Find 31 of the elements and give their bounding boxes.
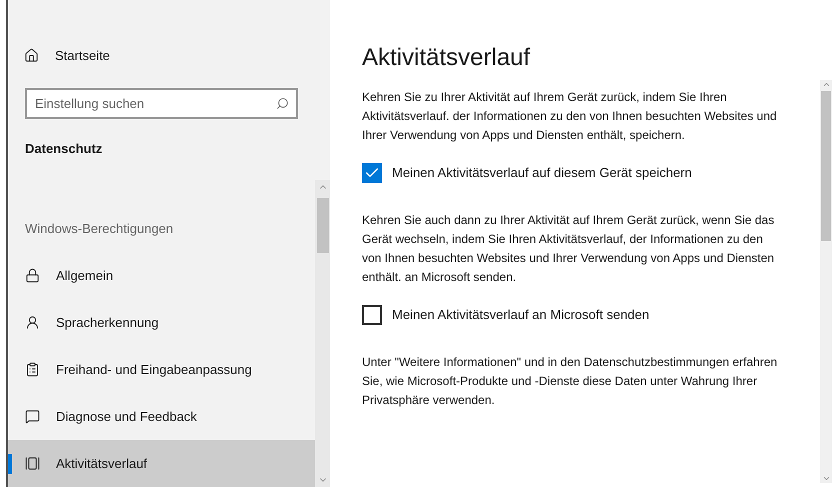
page-title: Aktivitätsverlauf — [362, 43, 532, 73]
section-title: Datenschutz — [25, 140, 104, 158]
search-icon[interactable] — [276, 96, 289, 110]
clipboard-icon — [25, 362, 40, 377]
sidebar-item[interactable]: Spracherkennung — [8, 299, 315, 346]
scroll-up-icon[interactable] — [822, 80, 830, 89]
search-field[interactable]: Einstellung suchen — [25, 88, 298, 119]
timeline-icon — [25, 456, 40, 471]
description-text: Kehren Sie zu Ihrer Aktivität auf Ihrem Gerät zurück, indem Sie Ihren Aktivitätsverlauf. der Informationen zu den von Ihnen besuchten Websites und Ihrer Verwendung von Apps und Diensten enthält, speichern. — [362, 89, 778, 144]
group-title: Windows-Berechtigungen — [25, 220, 174, 238]
sidebar-item[interactable]: Freihand- und Eingabeanpassung — [8, 346, 315, 393]
scroll-thumb[interactable] — [821, 91, 831, 241]
selection-indicator — [8, 454, 12, 474]
description-text: Unter "Weitere Informationen" und in den Datenschutzbestimmungen erfahren Sie, wie Microsoft-Produkte und -Dienste diese Daten unter Wahrung Ihrer Privatsphäre verwenden. — [362, 354, 778, 409]
scrollbar[interactable] — [315, 180, 330, 487]
checkbox[interactable] — [362, 305, 382, 325]
checkbox[interactable] — [362, 163, 382, 183]
sidebar-item[interactable]: Diagnose und Feedback — [8, 393, 315, 440]
home-icon — [24, 48, 39, 64]
scroll-thumb[interactable] — [316, 198, 328, 253]
scrollbar[interactable] — [820, 80, 832, 483]
lock-icon — [25, 268, 40, 283]
speech-bubble-icon — [25, 409, 40, 424]
person-icon — [25, 315, 40, 330]
description-text: Kehren Sie auch dann zu Ihrer Aktivität auf Ihrem Gerät zurück, wenn Sie das Gerät wechseln, indem Sie Ihren Aktivitätsverlauf, der Informationen zu den von Ihnen besuchten Websites und Ihrer Verwendung von Apps und Diensten enthält. an Microsoft senden. — [362, 212, 776, 286]
scroll-down-icon[interactable] — [822, 474, 830, 483]
home-link[interactable]: Startseite — [55, 46, 110, 66]
sidebar-item[interactable]: Allgemein — [8, 252, 315, 299]
checkbox-label[interactable]: Meinen Aktivitätsverlauf an Microsoft senden — [392, 305, 650, 325]
sidebar-item[interactable]: Aktivitätsverlauf — [8, 440, 315, 487]
checkbox-label[interactable]: Meinen Aktivitätsverlauf auf diesem Gerät speichern — [392, 163, 692, 183]
